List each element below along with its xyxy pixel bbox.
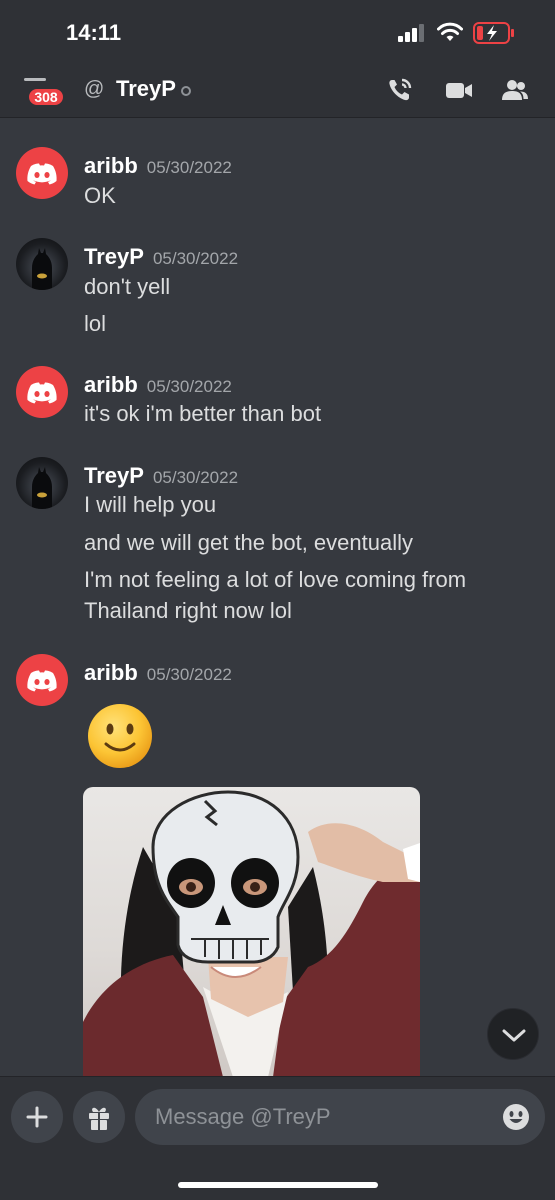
batman-avatar-icon — [32, 467, 52, 509]
username[interactable]: aribb — [84, 153, 138, 178]
username[interactable]: aribb — [84, 372, 138, 397]
discord-logo-icon — [27, 382, 57, 404]
gift-icon — [89, 1107, 109, 1130]
timestamp: 05/30/2022 — [152, 249, 239, 268]
status-bar: 14:11 — [0, 0, 555, 62]
menu-button[interactable]: 308 — [20, 72, 68, 112]
battery-charging-icon — [473, 22, 514, 44]
at-icon: @ — [84, 78, 105, 100]
message-text: don't yell — [84, 274, 171, 299]
message-text: OK — [84, 183, 116, 208]
message-text: Thailand right now lol — [84, 598, 292, 623]
username[interactable]: TreyP — [84, 463, 144, 488]
avatar[interactable] — [16, 366, 68, 418]
batman-avatar-icon — [32, 248, 52, 290]
username[interactable]: aribb — [84, 660, 138, 685]
message-text: and we will get the bot, eventually — [84, 530, 413, 555]
video-call-icon[interactable] — [444, 76, 474, 104]
photo-image — [83, 790, 420, 1077]
dm-chat-screen: 14:11 308 @ TreyP aribb 05/30/2022 OK Tr… — [0, 0, 555, 1200]
message-header: aribb 05/30/2022 — [84, 153, 232, 179]
username[interactable]: TreyP — [84, 244, 144, 269]
channel-title[interactable]: TreyP — [116, 76, 176, 102]
timestamp: 05/30/2022 — [146, 665, 232, 684]
message-header: aribb 05/30/2022 — [84, 660, 232, 686]
unread-badge: 308 — [26, 86, 66, 108]
wifi-icon — [437, 22, 463, 41]
message-text: it's ok i'm better than bot — [84, 401, 322, 426]
message-input[interactable] — [135, 1089, 545, 1145]
message-composer — [0, 1076, 555, 1200]
discord-logo-icon — [27, 163, 57, 185]
message-header: TreyP 05/30/2022 — [84, 244, 238, 270]
message-text: I will help you — [84, 492, 217, 517]
discord-logo-icon — [27, 670, 57, 692]
avatar[interactable] — [16, 654, 68, 706]
avatar[interactable] — [16, 238, 68, 290]
members-icon[interactable] — [500, 76, 530, 104]
offline-status-icon — [181, 86, 191, 96]
status-time: 14:11 — [66, 20, 122, 45]
avatar[interactable] — [16, 147, 68, 199]
timestamp: 05/30/2022 — [146, 158, 232, 177]
home-indicator — [178, 1182, 378, 1188]
message-text: lol — [84, 311, 107, 336]
phone-call-icon[interactable] — [386, 76, 416, 104]
scroll-to-bottom-button[interactable] — [487, 1008, 539, 1060]
avatar[interactable] — [16, 457, 68, 509]
emoji-icon[interactable] — [502, 1103, 530, 1131]
signal-icon — [398, 24, 424, 42]
timestamp: 05/30/2022 — [146, 377, 232, 396]
chevron-down-icon — [502, 1029, 526, 1042]
message-header: aribb 05/30/2022 — [84, 372, 232, 398]
message-header: TreyP 05/30/2022 — [84, 463, 238, 489]
image-attachment[interactable] — [83, 787, 420, 1077]
timestamp: 05/30/2022 — [152, 468, 239, 487]
slightly-smiling-face-icon — [88, 704, 152, 768]
add-attachment-button[interactable] — [11, 1091, 63, 1143]
plus-icon — [26, 1106, 48, 1128]
chat-header: 308 @ TreyP — [0, 62, 555, 118]
menu-icon — [24, 78, 46, 85]
gift-button[interactable] — [73, 1091, 125, 1143]
message-text: I'm not feeling a lot of love coming fro… — [84, 567, 467, 592]
